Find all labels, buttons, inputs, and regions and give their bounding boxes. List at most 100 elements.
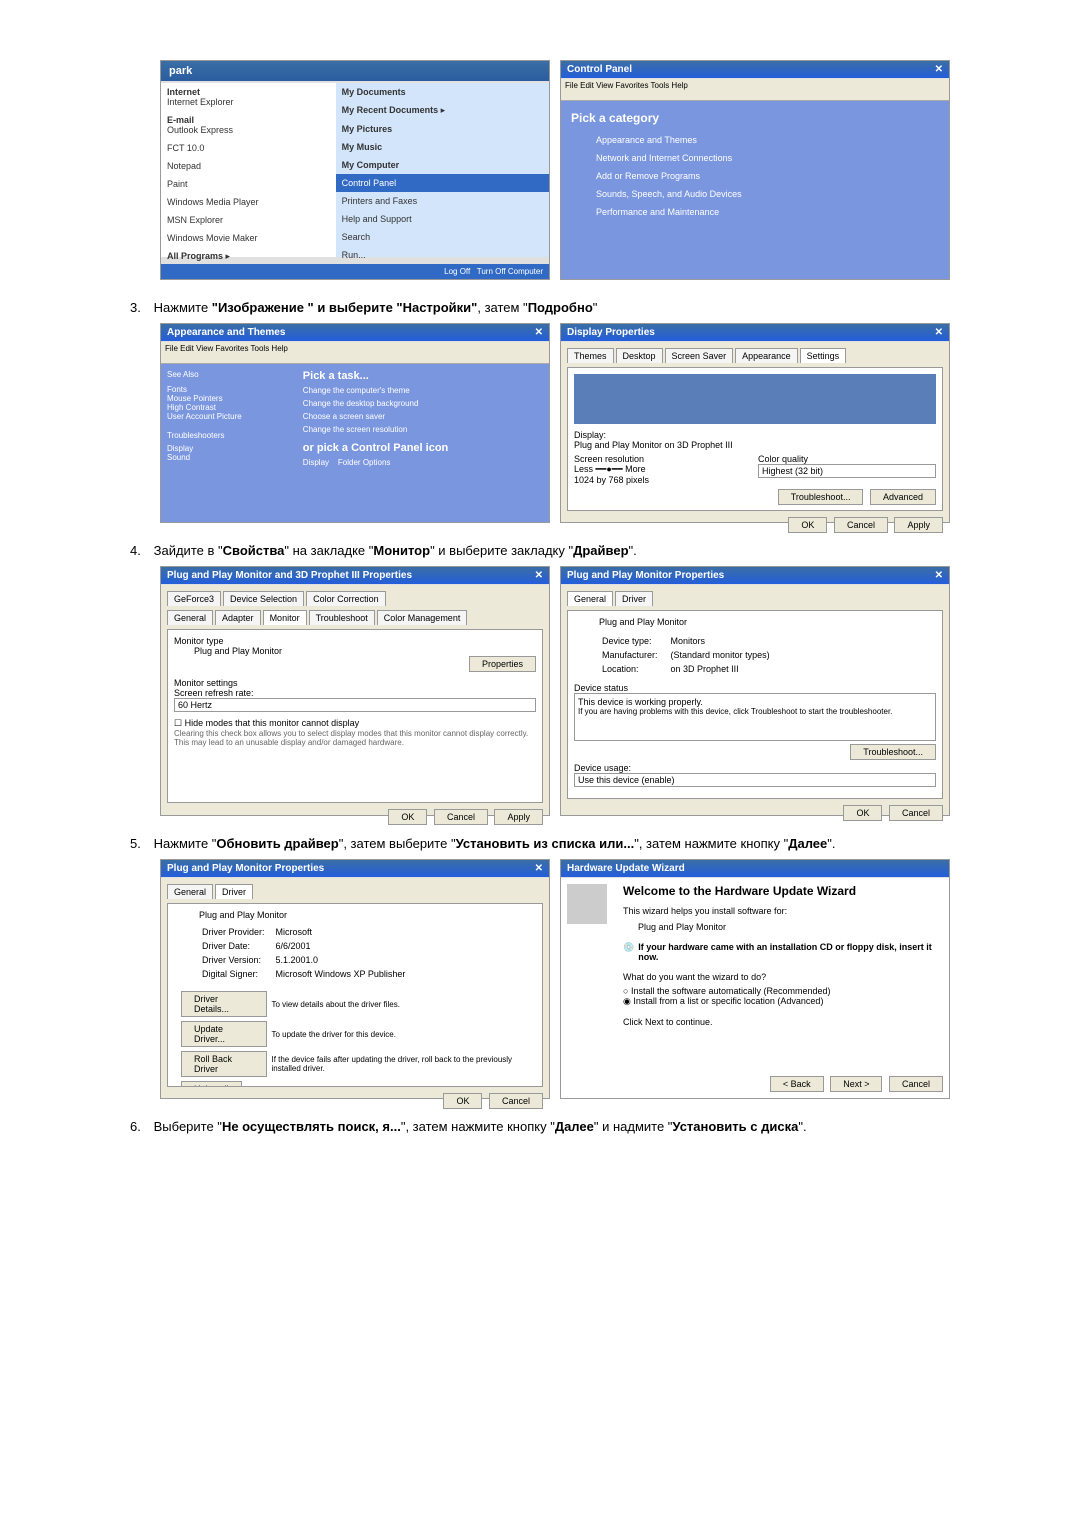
tab: Adapter (215, 610, 261, 625)
dialog-body: General Driver Plug and Play Monitor Dri… (161, 878, 549, 1098)
wizard-body: Welcome to the Hardware Update Wizard Th… (561, 878, 949, 1098)
tab-general: General (567, 591, 613, 606)
screenshot-startmenu: park InternetInternet Explorer E-mailOut… (160, 60, 550, 280)
panel: Display: Plug and Play Monitor on 3D Pro… (567, 367, 943, 511)
cancel-button: Cancel (434, 809, 488, 825)
close-icon: ✕ (935, 64, 943, 75)
sm-item: Windows Movie Maker (161, 229, 336, 247)
close-icon: ✕ (935, 570, 943, 581)
ok-button: OK (388, 809, 427, 825)
tab-settings: Settings (800, 348, 847, 363)
dialog-buttons: OK Cancel Apply (167, 809, 543, 825)
step-5: 5. Нажмите "Обновить драйвер", затем выб… (130, 836, 950, 1099)
cancel-button: Cancel (889, 805, 943, 821)
category-item: Appearance and Themes (571, 135, 939, 145)
image-row: Plug and Play Monitor Properties✕ Genera… (160, 859, 950, 1099)
cancel-button: Cancel (489, 1093, 543, 1109)
screenshot-pnp-driver: Plug and Play Monitor Properties✕ Genera… (160, 859, 550, 1099)
step-text: 6. Выберите "Не осуществлять поиск, я...… (130, 1119, 950, 1134)
step-4: 4. Зайдите в "Свойства" на закладке "Мон… (130, 543, 950, 816)
screenshot-controlpanel: Control Panel✕ File Edit View Favorites … (560, 60, 950, 280)
close-icon: ✕ (535, 327, 543, 338)
ok-button: OK (788, 517, 827, 533)
start-user: park (161, 61, 549, 81)
step-text: 3. Нажмите "Изображение " и выберите "На… (130, 300, 950, 315)
sidebar: See Also FontsMouse PointersHigh Contras… (161, 364, 297, 522)
sm-item: MSN Explorer (161, 211, 336, 229)
details-button: Driver Details... (181, 991, 267, 1017)
startmenu-right: My Documents My Recent Documents ▸ My Pi… (336, 83, 549, 257)
category-item: Add or Remove Programs (571, 171, 939, 181)
turnoff: Turn Off Computer (477, 267, 543, 276)
next-button: Next > (830, 1076, 882, 1092)
step-number: 3. (130, 300, 150, 315)
wizard-buttons: < Back Next > Cancel (766, 1076, 943, 1092)
dialog-body: General Driver Plug and Play Monitor Dev… (561, 585, 949, 815)
image-row: Appearance and Themes✕ File Edit View Fa… (160, 323, 950, 523)
sm-item: Windows Media Player (161, 193, 336, 211)
apply-button: Apply (894, 517, 943, 533)
image-row: park InternetInternet Explorer E-mailOut… (160, 60, 950, 280)
titlebar: Appearance and Themes✕ (161, 324, 549, 341)
category-item: Sounds, Speech, and Audio Devices (571, 189, 939, 199)
sm-item: My Pictures (336, 120, 549, 138)
tabs: General Driver (167, 884, 543, 899)
dialog-buttons: OK Cancel (567, 805, 943, 821)
logoff: Log Off (444, 267, 470, 276)
sm-item: Run... (336, 246, 549, 264)
dialog-buttons: OK Cancel (167, 1093, 543, 1109)
tab: Appearance (735, 348, 798, 363)
screenshot-appearance: Appearance and Themes✕ File Edit View Fa… (160, 323, 550, 523)
tab: Device Selection (223, 591, 304, 606)
step-number: 4. (130, 543, 150, 558)
main-panel: Pick a task... Change the computer's the… (297, 364, 549, 522)
step-2-images: park InternetInternet Explorer E-mailOut… (130, 60, 950, 280)
step-6: 6. Выберите "Не осуществлять поиск, я...… (130, 1119, 950, 1134)
category-view: Pick a category Appearance and Themes Ne… (561, 101, 949, 279)
toolbar: File Edit View Favorites Tools Help (161, 342, 549, 364)
panel: Plug and Play Monitor Device type:Monito… (567, 610, 943, 799)
step-number: 6. (130, 1119, 150, 1134)
tab: General (167, 884, 213, 899)
dialog-body: Themes Desktop Screen Saver Appearance S… (561, 342, 949, 522)
sm-item: Help and Support (336, 210, 549, 228)
tabs: Themes Desktop Screen Saver Appearance S… (567, 348, 943, 363)
sm-item: InternetInternet Explorer (161, 83, 336, 111)
category-item: Network and Internet Connections (571, 153, 939, 163)
properties-button: Properties (469, 656, 536, 672)
sm-item: Paint (161, 175, 336, 193)
step-text: 4. Зайдите в "Свойства" на закладке "Мон… (130, 543, 950, 558)
tab: GeForce3 (167, 591, 221, 606)
category-heading: Pick a category (571, 111, 939, 125)
titlebar: Plug and Play Monitor Properties✕ (561, 567, 949, 584)
dialog-body: GeForce3 Device Selection Color Correcti… (161, 585, 549, 815)
cd-icon: 💿 (623, 942, 634, 962)
rollback-button: Roll Back Driver (181, 1051, 267, 1077)
ok-button: OK (843, 805, 882, 821)
apply-button: Apply (494, 809, 543, 825)
toolbar: File Edit View Favorites Tools Help (561, 79, 949, 101)
tabs-row1: GeForce3 Device Selection Color Correcti… (167, 591, 543, 606)
titlebar: Hardware Update Wizard (561, 860, 949, 877)
monitor-preview-icon (574, 374, 936, 424)
image-row: Plug and Play Monitor and 3D Prophet III… (160, 566, 950, 816)
tab-driver: Driver (215, 884, 253, 899)
sm-item: My Computer (336, 156, 549, 174)
steps-list: park InternetInternet Explorer E-mailOut… (130, 60, 950, 1134)
ok-button: OK (443, 1093, 482, 1109)
step-number: 5. (130, 836, 150, 851)
tab: Driver (615, 591, 653, 606)
tab: Themes (567, 348, 614, 363)
panel: Monitor type Plug and Play Monitor Prope… (167, 629, 543, 803)
tab: Desktop (616, 348, 663, 363)
cancel-button: Cancel (834, 517, 888, 533)
tabs: General Driver (567, 591, 943, 606)
sm-item: E-mailOutlook Express (161, 111, 336, 139)
tab: Troubleshoot (309, 610, 375, 625)
sm-item: Printers and Faxes (336, 192, 549, 210)
wizard-icon (567, 884, 607, 924)
dialog-buttons: OK Cancel Apply (567, 517, 943, 533)
tab: Screen Saver (665, 348, 734, 363)
step-3: 3. Нажмите "Изображение " и выберите "На… (130, 300, 950, 523)
screenshot-wizard: Hardware Update Wizard Welcome to the Ha… (560, 859, 950, 1099)
